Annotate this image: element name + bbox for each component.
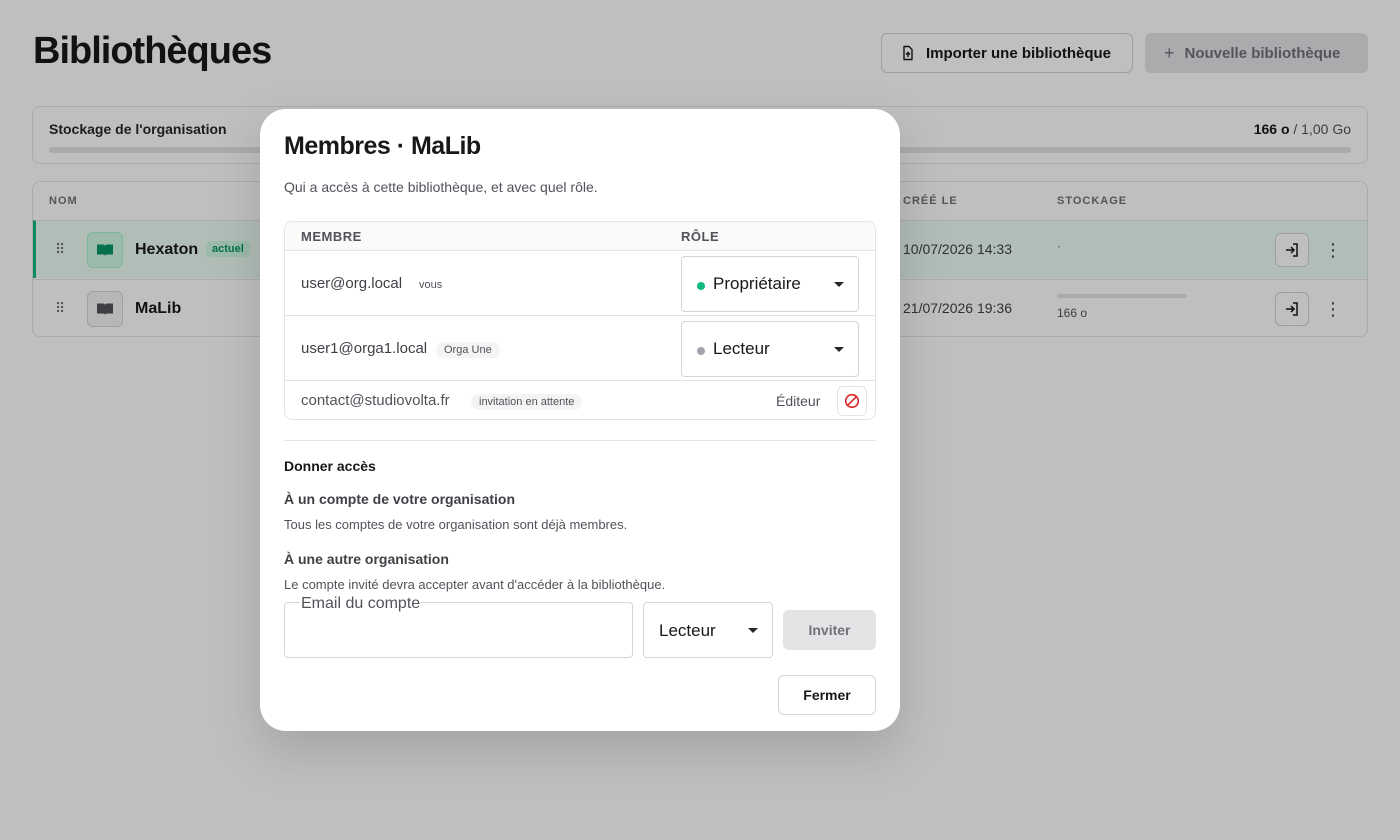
member-row: user1@orga1.local Orga Une Lecteur [285, 316, 875, 381]
members-dialog: Membres · MaLib Qui a accès à cette bibl… [260, 109, 900, 731]
column-header-role: RÔLE [681, 229, 720, 244]
member-tag: invitation en attente [471, 394, 583, 410]
members-table-header: MEMBRE RÔLE [285, 222, 875, 251]
role-dot-icon [697, 347, 705, 355]
invite-button[interactable]: Inviter [783, 610, 876, 650]
role-select[interactable]: Propriétaire [681, 256, 859, 312]
role-select[interactable]: Lecteur [681, 321, 859, 377]
own-org-hint: Tous les comptes de votre organisation s… [284, 517, 628, 532]
divider [284, 440, 876, 441]
other-org-title: À une autre organisation [284, 551, 449, 567]
member-row: contact@studiovolta.fr invitation en att… [285, 381, 875, 419]
invite-role-select[interactable]: Lecteur [643, 602, 773, 658]
column-header-member: MEMBRE [301, 229, 362, 244]
dialog-title: Membres · MaLib [284, 132, 481, 160]
own-org-title: À un compte de votre organisation [284, 491, 516, 507]
role-value: Propriétaire [713, 274, 801, 293]
email-input[interactable] [285, 603, 632, 657]
dialog-subtitle: Qui a accès à cette bibliothèque, et ave… [284, 179, 598, 195]
other-org-hint: Le compte invité devra accepter avant d'… [284, 577, 666, 592]
role-value: Éditeur [776, 393, 821, 409]
give-access-title: Donner accès [284, 458, 376, 474]
role-dot-icon [697, 282, 705, 290]
revoke-invitation-button[interactable] [837, 386, 867, 416]
invite-role-value: Lecteur [659, 621, 716, 640]
chevron-down-icon [834, 347, 844, 352]
member-email: user@org.local [301, 275, 403, 292]
role-value: Lecteur [713, 339, 770, 358]
chevron-down-icon [748, 628, 758, 633]
close-button[interactable]: Fermer [778, 675, 876, 715]
email-field[interactable]: Email du compte [284, 595, 633, 658]
ban-icon [844, 393, 860, 409]
member-email: contact@studiovolta.fr [301, 392, 450, 409]
member-tag: Orga Une [436, 342, 500, 358]
member-email: user1@orga1.local [301, 340, 428, 357]
member-tag: vous [419, 279, 443, 291]
members-table: MEMBRE RÔLE user@org.local vous Propriét… [284, 221, 876, 420]
member-row: user@org.local vous Propriétaire [285, 251, 875, 316]
chevron-down-icon [834, 282, 844, 287]
